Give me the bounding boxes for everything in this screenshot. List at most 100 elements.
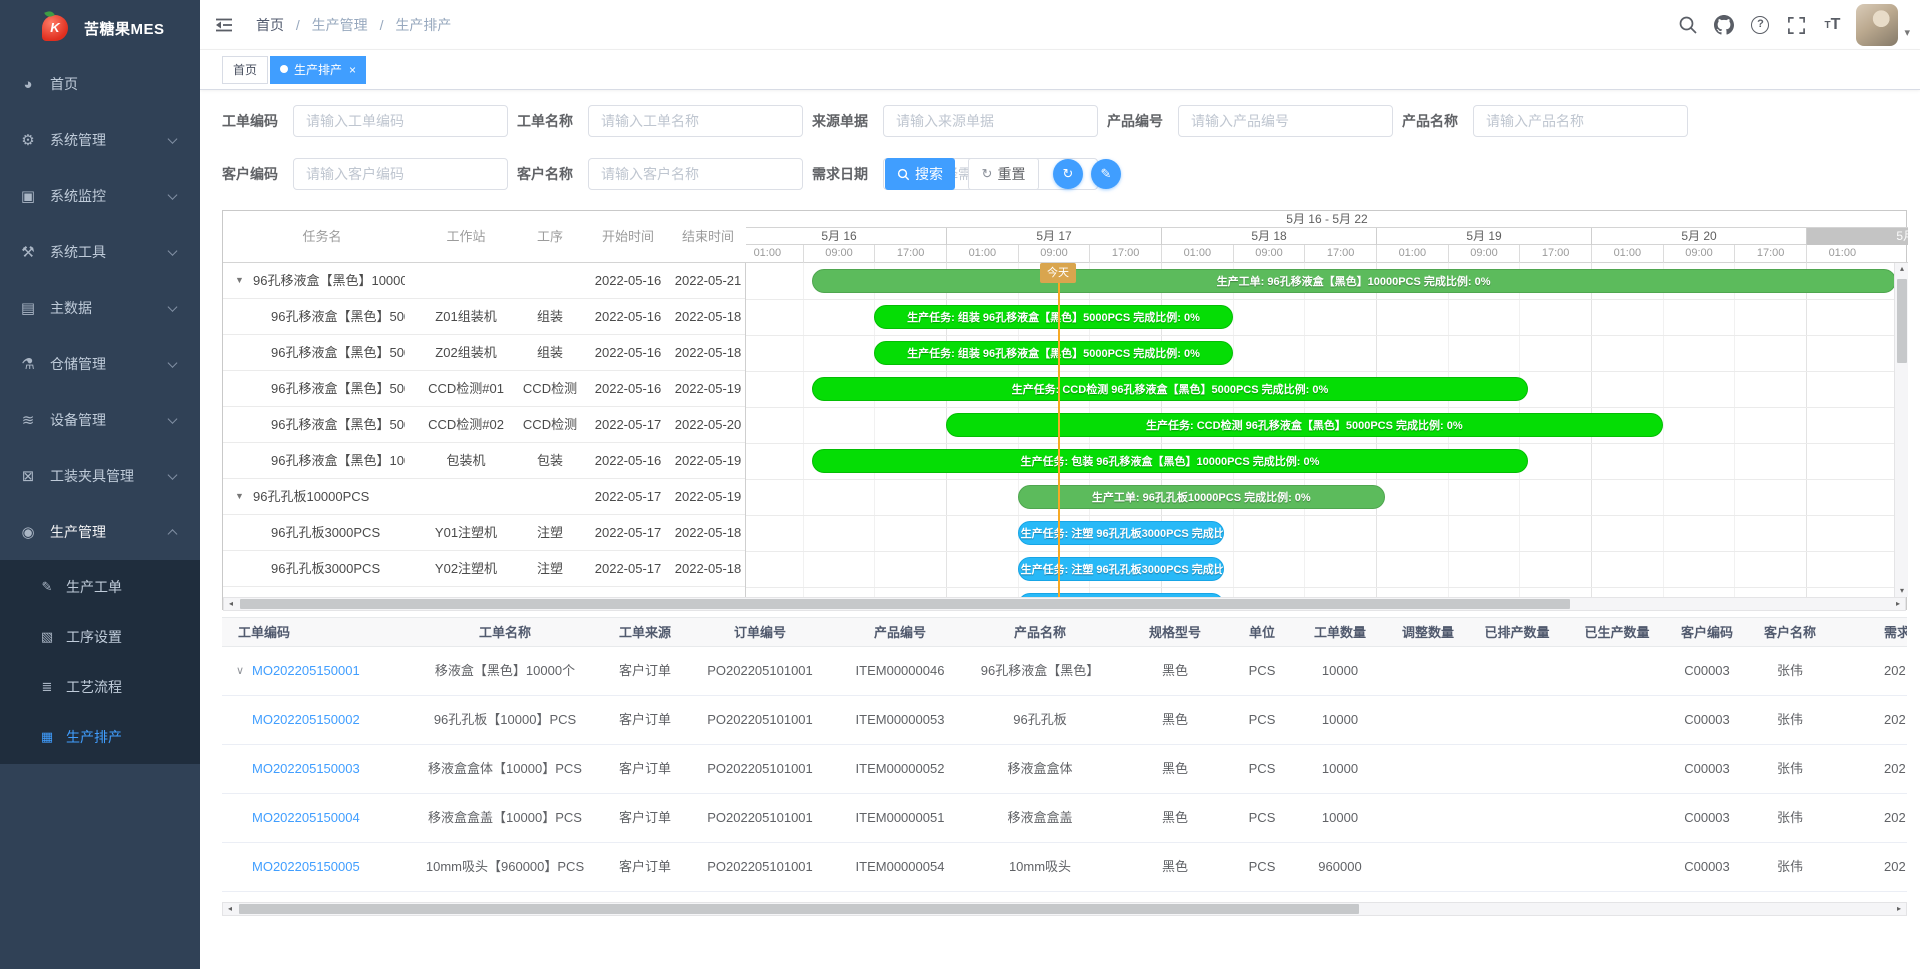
gantt-bar-label: 生产任务: 组装 96孔移液盒【黑色】5000PCS 完成比例: 0% [907, 345, 1200, 361]
gantt-task-row[interactable]: ▼ 96孔孔板3000PCS Y03注塑机 注塑 2022-05-17 2022… [223, 587, 745, 597]
sidebar-menu-item[interactable]: ▣ 系统监控 [0, 168, 200, 224]
scroll-up-arrow[interactable]: ▴ [1895, 263, 1909, 275]
sidebar-menu-item[interactable]: ◉ 生产管理 [0, 504, 200, 560]
table-row[interactable]: MO202205150005 10mm吸头【960000】PCS 客户订单 PO… [222, 843, 1907, 892]
gantt-bar[interactable]: 生产任务: 组装 96孔移液盒【黑色】5000PCS 完成比例: 0% [874, 305, 1232, 329]
gantt-bar[interactable]: 生产任务: CCD检测 96孔移液盒【黑色】5000PCS 完成比例: 0% [812, 377, 1529, 401]
scrollbar-thumb[interactable] [1897, 279, 1907, 363]
table-row[interactable]: MO202205150003 移液盒盒体【10000】PCS 客户订单 PO20… [222, 745, 1907, 794]
filter-input[interactable] [293, 105, 508, 137]
work-order-source: 客户订单 [619, 843, 671, 891]
filter-input[interactable] [293, 158, 508, 190]
sidebar-submenu-item[interactable]: ✎ 生产工单 [0, 562, 200, 612]
table-horizontal-scrollbar[interactable]: ◂ ▸ [222, 902, 1907, 916]
gantt-task-row[interactable]: ▼ 96孔孔板3000PCS Y01注塑机 注塑 2022-05-17 2022… [223, 515, 745, 551]
refresh-circle-button[interactable]: ↻ [1053, 159, 1083, 189]
edit-circle-button[interactable]: ✎ [1091, 159, 1121, 189]
product-code: ITEM00000053 [856, 696, 945, 744]
gantt-bar[interactable]: 生产工单: 96孔孔板10000PCS 完成比例: 0% [1018, 485, 1385, 509]
row-expand-icon[interactable]: ∨ [236, 647, 244, 695]
gantt-task-row[interactable]: ▼ 96孔移液盒【黑色】5000PCS CCD检测#02 CCD检测 2022-… [223, 407, 745, 443]
expand-arrow-icon[interactable]: ▼ [235, 263, 244, 298]
fullscreen-icon[interactable] [1778, 16, 1814, 35]
work-order-code-link[interactable]: MO202205150002 [252, 696, 360, 744]
task-name: 96孔孔板10000PCS [253, 479, 405, 514]
gantt-task-row[interactable]: ▼ 96孔移液盒【黑色】5000PCS Z02组装机 组装 2022-05-16… [223, 335, 745, 371]
user-avatar[interactable] [1856, 4, 1898, 46]
work-order-code-link[interactable]: MO202205150003 [252, 745, 360, 793]
gantt-bar[interactable]: 生产任务: CCD检测 96孔移液盒【黑色】5000PCS 完成比例: 0% [946, 413, 1663, 437]
gantt-vertical-scrollbar[interactable]: ▴ ▾ [1894, 263, 1908, 597]
collapse-menu-icon[interactable] [214, 15, 234, 40]
sidebar-menu-item[interactable]: ▤ 主数据 [0, 280, 200, 336]
help-icon[interactable]: ? [1742, 16, 1778, 34]
table-row[interactable]: MO202205150002 96孔孔板【10000】PCS 客户订单 PO20… [222, 696, 1907, 745]
table-row[interactable]: ∨ MO202205150001 移液盒【黑色】10000个 客户订单 PO20… [222, 647, 1907, 696]
spec-model: 黑色 [1162, 843, 1188, 891]
gantt-task-row[interactable]: ▼ 96孔移液盒【黑色】10000PCS 2022-05-16 2022-05-… [223, 263, 745, 299]
filter-input[interactable] [588, 105, 803, 137]
work-order-code-link[interactable]: MO202205150001 [252, 647, 360, 695]
sidebar-menu-item[interactable]: ⚒ 系统工具 [0, 224, 200, 280]
filter-input[interactable] [1473, 105, 1688, 137]
search-button[interactable]: 搜索 [885, 158, 955, 190]
filter-input[interactable] [1178, 105, 1393, 137]
github-icon[interactable] [1706, 15, 1742, 35]
tab-home[interactable]: 首页 [222, 56, 268, 84]
scroll-left-arrow[interactable]: ◂ [224, 598, 238, 610]
sidebar-menu-item[interactable]: ⚙ 系统管理 [0, 112, 200, 168]
gantt-bar[interactable]: 生产任务: 注塑 96孔孔板3000PCS 完成比例: 0% [1018, 557, 1224, 581]
field-label: 来源单据 [812, 105, 883, 137]
close-icon[interactable]: × [349, 63, 356, 77]
gantt-bar-label: 生产任务: 包装 96孔移液盒【黑色】10000PCS 完成比例: 0% [1021, 453, 1320, 469]
search-icon[interactable] [1670, 15, 1706, 35]
gantt-bar[interactable]: 生产工单: 96孔移液盒【黑色】10000PCS 完成比例: 0% [812, 269, 1894, 293]
chevron-icon [168, 470, 178, 480]
gantt-bar[interactable]: 生产任务: 包装 96孔移液盒【黑色】10000PCS 完成比例: 0% [812, 449, 1529, 473]
sidebar-submenu-item[interactable]: ▦ 生产排产 [0, 712, 200, 762]
scrollbar-thumb[interactable] [239, 904, 1359, 914]
breadcrumb-item: 生产管理 [312, 17, 368, 33]
sidebar-menu-item[interactable]: ⚗ 仓储管理 [0, 336, 200, 392]
sidebar-submenu-item[interactable]: ≣ 工艺流程 [0, 662, 200, 712]
expand-arrow-icon[interactable]: ▼ [235, 479, 244, 514]
gantt-task-row[interactable]: ▼ 96孔孔板3000PCS Y02注塑机 注塑 2022-05-17 2022… [223, 551, 745, 587]
table-column-header: 已生产数量 [1584, 618, 1649, 647]
tab-production-schedule[interactable]: 生产排产× [270, 56, 366, 84]
sidebar-submenu-item[interactable]: ▧ 工序设置 [0, 612, 200, 662]
scroll-down-arrow[interactable]: ▾ [1895, 585, 1909, 597]
reset-button[interactable]: ↻ 重置 [968, 158, 1039, 190]
app-logo[interactable]: K 苦糖果MES [0, 0, 200, 56]
scroll-left-arrow[interactable]: ◂ [223, 903, 237, 915]
table-column-header: 产品名称 [1014, 618, 1066, 647]
work-order-code-link[interactable]: MO202205150005 [252, 843, 360, 891]
font-size-icon[interactable]: TT [1814, 16, 1850, 34]
task-process: 组装 [537, 335, 563, 370]
work-order-code-link[interactable]: MO202205150004 [252, 794, 360, 842]
timeline-day-label: 5月 18 [1161, 228, 1376, 245]
gantt-task-row[interactable]: ▼ 96孔移液盒【黑色】5000PCS Z01组装机 组装 2022-05-16… [223, 299, 745, 335]
gantt-task-row[interactable]: ▼ 96孔移液盒【黑色】5000PCS CCD检测#01 CCD检测 2022-… [223, 371, 745, 407]
table-row[interactable]: MO202205150004 移液盒盒盖【10000】PCS 客户订单 PO20… [222, 794, 1907, 843]
sidebar-menu-item[interactable]: ≋ 设备管理 [0, 392, 200, 448]
scroll-right-arrow[interactable]: ▸ [1891, 598, 1905, 610]
reset-button-label: 重置 [997, 164, 1025, 184]
scrollbar-thumb[interactable] [240, 599, 1570, 609]
gantt-task-row[interactable]: ▼ 96孔移液盒【黑色】10000PCS 包装机 包装 2022-05-16 2… [223, 443, 745, 479]
scroll-right-arrow[interactable]: ▸ [1892, 903, 1906, 915]
filter-input[interactable] [883, 105, 1098, 137]
gantt-bar[interactable]: 生产任务: 注塑 96孔孔板3000PCS 完成比例: 0% [1018, 521, 1224, 545]
task-workstation: CCD检测#01 [428, 371, 504, 406]
gantt-task-row[interactable]: ▼ 96孔孔板10000PCS 2022-05-17 2022-05-19 [223, 479, 745, 515]
breadcrumb-home[interactable]: 首页 [256, 17, 284, 33]
caret-down-icon[interactable]: ▾ [1904, 26, 1910, 39]
sidebar-menu-item[interactable]: ⊠ 工装夹具管理 [0, 448, 200, 504]
customer-code: C00003 [1684, 794, 1730, 842]
sidebar-menu-item[interactable]: ◕ 首页 [0, 56, 200, 112]
gantt-bar[interactable]: 生产任务: 组装 96孔移液盒【黑色】5000PCS 完成比例: 0% [874, 341, 1232, 365]
logo-icon: K [42, 15, 68, 41]
sidebar: K 苦糖果MES ◕ 首页 ⚙ 系统管理 ▣ 系统监控 [0, 0, 200, 969]
filter-input[interactable] [588, 158, 803, 190]
work-order-source: 客户订单 [619, 794, 671, 842]
gantt-horizontal-scrollbar[interactable]: ◂ ▸ [223, 597, 1906, 611]
